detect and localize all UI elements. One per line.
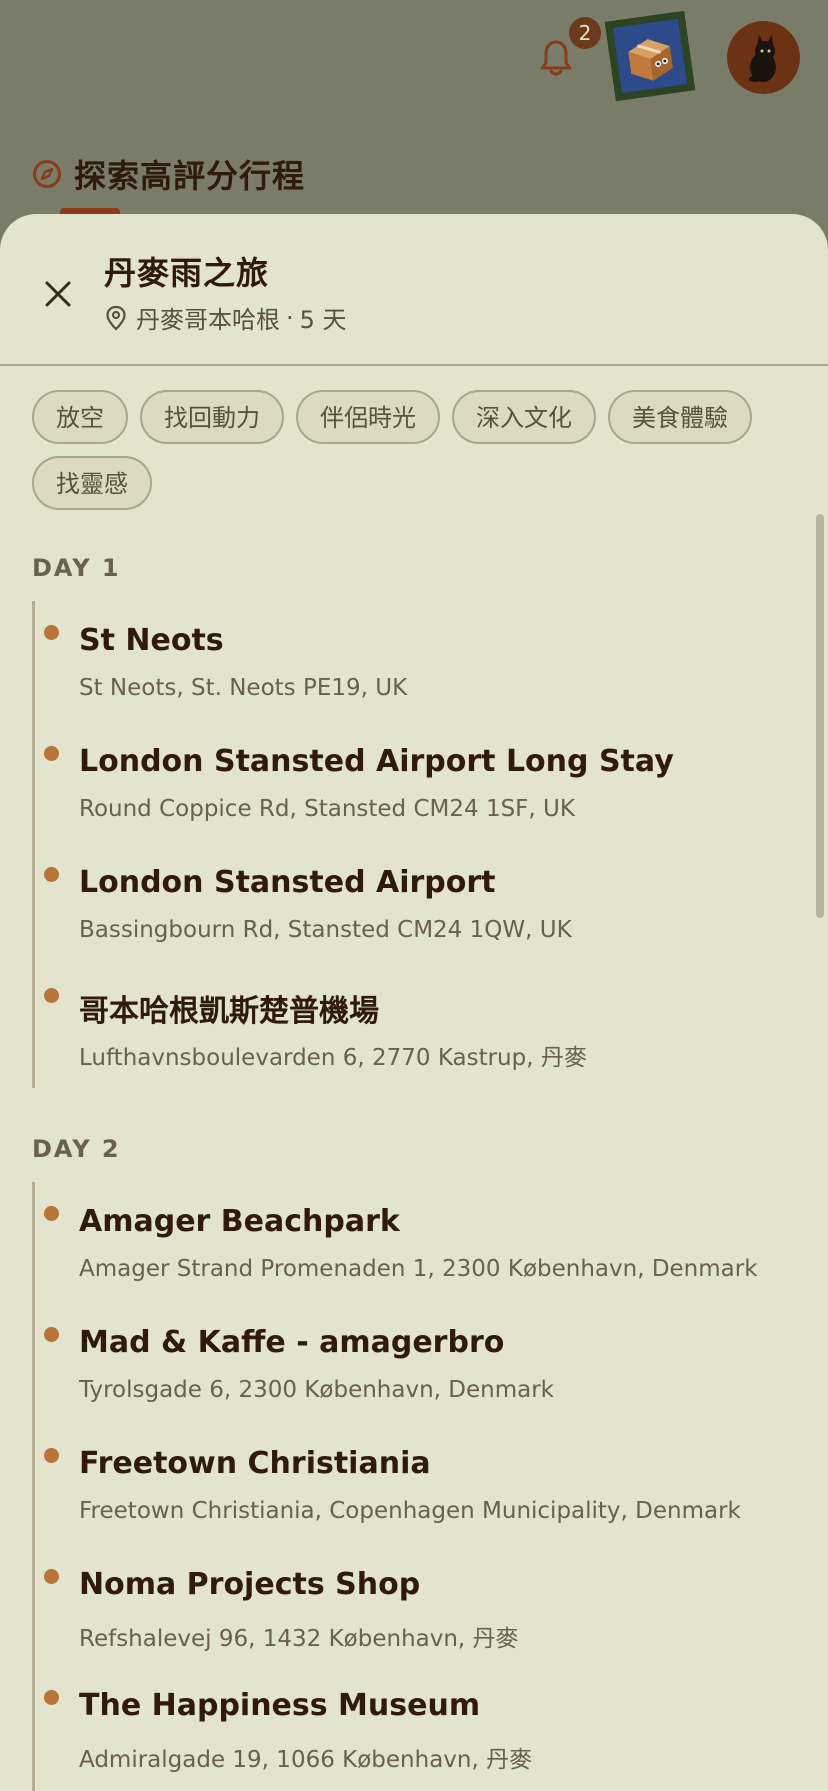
bell-icon[interactable] [538, 38, 574, 78]
meta-separator: · [286, 303, 294, 332]
day-label: DAY 2 [32, 1135, 121, 1163]
tag-chip[interactable]: 放空 [32, 390, 128, 444]
timeline-stop[interactable]: The Happiness Museum Admiralgade 19, 106… [35, 1666, 795, 1787]
avatar[interactable] [727, 21, 800, 94]
timeline-stop[interactable]: Noma Projects Shop Refshalevej 96, 1432 … [35, 1545, 795, 1666]
explore-section-header: 探索高評分行程 [32, 150, 305, 198]
stop-name: London Stansted Airport [79, 865, 496, 900]
notification-badge: 2 [569, 17, 601, 49]
stop-name: Amager Beachpark [79, 1204, 400, 1239]
stop-name: Noma Projects Shop [79, 1567, 421, 1602]
tag-chip[interactable]: 伴侶時光 [296, 390, 440, 444]
stop-dot [44, 1206, 59, 1221]
timeline-stop[interactable]: London Stansted Airport Long Stay Round … [35, 722, 795, 843]
stop-address: Refshalevej 96, 1432 København, 丹麥 [79, 1626, 519, 1652]
stop-dot [44, 625, 59, 640]
scrollbar-thumb[interactable] [816, 514, 824, 918]
cat-figure-icon [749, 35, 776, 82]
stop-address: Admiralgade 19, 1066 København, 丹麥 [79, 1747, 533, 1773]
tag-chip[interactable]: 找回動力 [140, 390, 284, 444]
tag-list: 放空 找回動力 伴侶時光 深入文化 美食體驗 找靈感 [32, 390, 812, 510]
stop-address: Bassingbourn Rd, Stansted CM24 1QW, UK [79, 917, 572, 943]
stop-address: Round Coppice Rd, Stansted CM24 1SF, UK [79, 796, 575, 822]
compass-icon [33, 160, 61, 188]
timeline-stop[interactable]: Freetown Christiania Freetown Christiani… [35, 1424, 795, 1545]
stop-address: Lufthavnsboulevarden 6, 2770 Kastrup, 丹麥 [79, 1045, 587, 1071]
stop-address: Tyrolsgade 6, 2300 København, Denmark [79, 1377, 555, 1403]
day-timeline: St Neots St Neots, St. Neots PE19, UK Lo… [32, 601, 795, 1088]
box-character-icon [612, 18, 688, 94]
trip-meta: 丹麥哥本哈根 · 5 天 [104, 300, 347, 335]
timeline-stop[interactable]: Amager Beachpark Amager Strand Promenade… [35, 1182, 795, 1303]
day-timeline: Amager Beachpark Amager Strand Promenade… [32, 1182, 795, 1791]
map-pin-icon [106, 305, 126, 331]
tag-chip[interactable]: 美食體驗 [608, 390, 752, 444]
close-icon[interactable] [36, 272, 80, 316]
day-label: DAY 1 [32, 554, 121, 582]
stop-name: St Neots [79, 623, 224, 658]
timeline-stop[interactable]: London Stansted Airport Bassingbourn Rd,… [35, 843, 795, 964]
tag-chip[interactable]: 找靈感 [32, 456, 152, 510]
stop-dot [44, 1448, 59, 1463]
trip-detail-sheet: 丹麥雨之旅 丹麥哥本哈根 · 5 天 放空 找回動力 伴侶時光 深入文化 美食體… [0, 214, 828, 1791]
stop-name: 哥本哈根凱斯楚普機場 [79, 994, 379, 1029]
stop-address: Freetown Christiania, Copenhagen Municip… [79, 1498, 741, 1524]
box-character-thumbnail[interactable] [604, 10, 696, 102]
timeline-stop[interactable]: Mad & Kaffe - amagerbro Tyrolsgade 6, 23… [35, 1303, 795, 1424]
trip-title: 丹麥雨之旅 [104, 254, 270, 292]
timeline-stop[interactable]: 哥本哈根凱斯楚普機場 Lufthavnsboulevarden 6, 2770 … [35, 964, 795, 1085]
stop-dot [44, 1569, 59, 1584]
stop-name: Mad & Kaffe - amagerbro [79, 1325, 505, 1360]
stop-dot [44, 746, 59, 761]
stop-address: Amager Strand Promenaden 1, 2300 Københa… [79, 1256, 758, 1282]
stop-name: The Happiness Museum [79, 1688, 481, 1723]
trip-duration: 5 天 [299, 306, 347, 334]
trip-location: 丹麥哥本哈根 [136, 306, 280, 334]
stop-dot [44, 1690, 59, 1705]
sheet-header: 丹麥雨之旅 丹麥哥本哈根 · 5 天 [0, 214, 828, 366]
stop-name: London Stansted Airport Long Stay [79, 744, 674, 779]
stop-name: Freetown Christiania [79, 1446, 431, 1481]
stop-dot [44, 867, 59, 882]
stop-dot [44, 988, 59, 1003]
explore-title: 探索高評分行程 [74, 157, 306, 195]
stop-dot [44, 1327, 59, 1342]
tag-chip[interactable]: 深入文化 [452, 390, 596, 444]
stop-address: St Neots, St. Neots PE19, UK [79, 675, 408, 701]
timeline-stop[interactable]: St Neots St Neots, St. Neots PE19, UK [35, 601, 795, 722]
